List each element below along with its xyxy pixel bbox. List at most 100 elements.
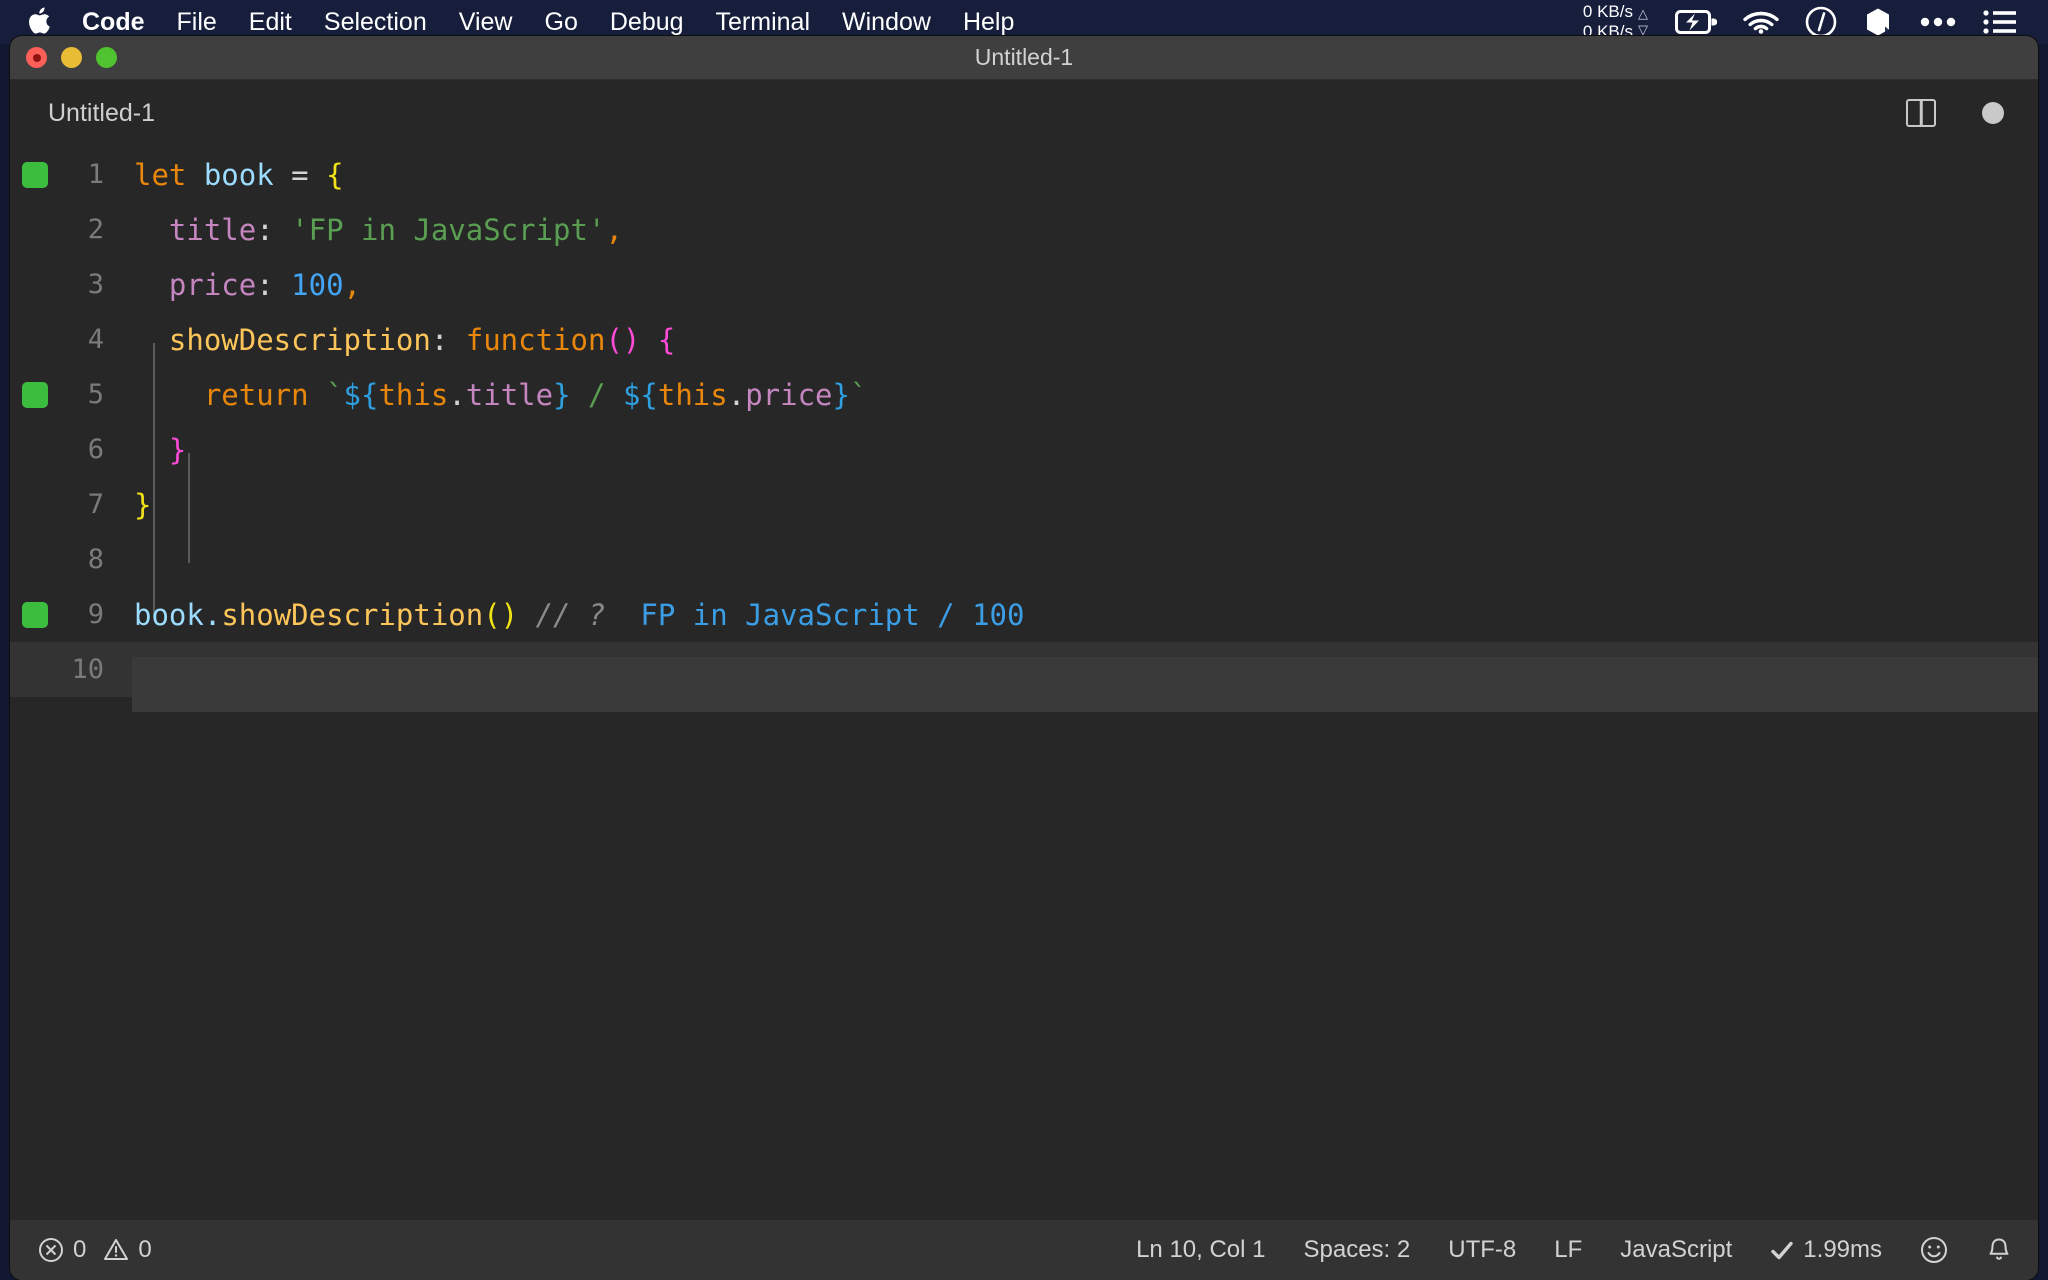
token-template-close: }	[833, 378, 850, 412]
status-bar-right: Ln 10, Col 1 Spaces: 2 UTF-8 LF JavaScri…	[1117, 1236, 2038, 1264]
code-line[interactable]: 2 title: 'FP in JavaScript',	[10, 202, 2038, 257]
token-this: this	[658, 378, 728, 412]
window-title-bar: Untitled-1	[10, 36, 2038, 80]
code-line[interactable]: 6 }	[10, 422, 2038, 477]
line-number: 2	[10, 214, 132, 245]
token-separator: /	[571, 378, 623, 412]
line-content: showDescription: function() {	[132, 323, 2038, 357]
token-space	[640, 323, 657, 357]
code-line[interactable]: 3 price: 100,	[10, 257, 2038, 312]
token-keyword: function	[466, 323, 606, 357]
token-brace: }	[134, 488, 151, 522]
error-circle-icon	[38, 1237, 64, 1263]
line-content: book.showDescription() // ? FP in JavaSc…	[132, 598, 2038, 632]
upload-speed: 0 KB/s	[1583, 2, 1633, 22]
token-keyword: return	[204, 378, 309, 412]
status-bar: 0 0 Ln 10, Col 1 Spaces: 2 UTF-8 LF Java…	[10, 1220, 2038, 1280]
token-identifier: book	[134, 598, 204, 632]
vscode-window: Untitled-1 Untitled-1 1 let book = { 2 t…	[10, 36, 2038, 1280]
battery-charging-icon[interactable]	[1675, 9, 1717, 35]
token-dot: .	[448, 378, 465, 412]
token-string: 'FP in JavaScript'	[291, 213, 605, 247]
coverage-marker[interactable]	[22, 602, 48, 628]
line-number: 3	[10, 269, 132, 300]
problems-status[interactable]: 0 0	[38, 1236, 171, 1264]
warning-count: 0	[138, 1236, 151, 1264]
token-method-name: showDescription	[221, 598, 483, 632]
line-number: 8	[10, 544, 132, 575]
token-template-open: ${	[344, 378, 379, 412]
bell-icon	[1986, 1236, 2012, 1264]
code-line[interactable]: 8	[10, 532, 2038, 587]
token-comment: // ?	[518, 598, 605, 632]
code-line-active[interactable]: 10	[10, 642, 2038, 697]
token-indent	[134, 213, 169, 247]
code-editor[interactable]: 1 let book = { 2 title: 'FP in JavaScrip…	[10, 147, 2038, 1220]
token-number: 100	[291, 268, 343, 302]
tab-untitled-1[interactable]: Untitled-1	[10, 80, 185, 146]
split-editor-icon[interactable]	[1906, 99, 1936, 127]
tab-label: Untitled-1	[48, 99, 155, 128]
error-count: 0	[73, 1236, 86, 1264]
eol-setting[interactable]: LF	[1535, 1236, 1601, 1264]
list-menu-icon[interactable]	[1983, 9, 2017, 35]
run-status[interactable]: 1.99ms	[1751, 1236, 1901, 1264]
code-line[interactable]: 7 }	[10, 477, 2038, 532]
code-lines: 1 let book = { 2 title: 'FP in JavaScrip…	[10, 147, 2038, 697]
ellipsis-icon[interactable]	[1919, 16, 1957, 28]
token-indent	[134, 323, 169, 357]
line-number: 4	[10, 324, 132, 355]
editor-tab-bar: Untitled-1	[10, 80, 2038, 146]
wifi-icon[interactable]	[1743, 9, 1779, 35]
token-property: title	[466, 378, 553, 412]
encoding-setting[interactable]: UTF-8	[1429, 1236, 1535, 1264]
upload-arrow-icon: △	[1638, 6, 1648, 22]
language-mode[interactable]: JavaScript	[1601, 1236, 1751, 1264]
status-bar-left: 0 0	[10, 1236, 171, 1264]
feedback-button[interactable]	[1901, 1236, 1967, 1264]
run-time: 1.99ms	[1803, 1236, 1882, 1264]
line-content: }	[132, 433, 2038, 467]
token-indent	[134, 433, 169, 467]
token-colon: :	[256, 213, 291, 247]
checkmark-icon	[1770, 1239, 1794, 1261]
coverage-marker[interactable]	[22, 162, 48, 188]
token-brace: {	[326, 158, 343, 192]
line-content: }	[132, 488, 2038, 522]
warning-triangle-icon	[103, 1237, 129, 1263]
token-method-name: showDescription	[169, 323, 431, 357]
coverage-marker[interactable]	[22, 382, 48, 408]
token-dot: .	[728, 378, 745, 412]
line-number: 6	[10, 434, 132, 465]
token-brace: }	[169, 433, 186, 467]
token-indent	[134, 268, 169, 302]
indentation-setting[interactable]: Spaces: 2	[1285, 1236, 1430, 1264]
token-dot: .	[204, 598, 221, 632]
token-space	[309, 378, 326, 412]
cursor-position[interactable]: Ln 10, Col 1	[1117, 1236, 1284, 1264]
code-line[interactable]: 9 book.showDescription() // ? FP in Java…	[10, 587, 2038, 642]
token-comma: ,	[344, 268, 361, 302]
token-backtick: `	[326, 378, 343, 412]
line-content: price: 100,	[132, 268, 2038, 302]
inline-evaluation-result: FP in JavaScript / 100	[605, 598, 1024, 632]
editor-actions	[1906, 99, 2038, 127]
token-parens: ()	[483, 598, 518, 632]
apple-logo-icon[interactable]	[16, 7, 62, 37]
notifications-button[interactable]	[1967, 1236, 2012, 1264]
code-line[interactable]: 4 showDescription: function() {	[10, 312, 2038, 367]
token-colon: :	[256, 268, 291, 302]
code-line[interactable]: 1 let book = {	[10, 147, 2038, 202]
code-line[interactable]: 5 return `${this.title} / ${this.price}`	[10, 367, 2038, 422]
app-icon[interactable]	[1863, 6, 1893, 38]
token-indent	[134, 378, 204, 412]
speedometer-icon[interactable]	[1805, 6, 1837, 38]
line-number: 7	[10, 489, 132, 520]
token-identifier: book	[186, 158, 291, 192]
token-brace: {	[658, 323, 675, 357]
token-template-open: ${	[623, 378, 658, 412]
token-keyword: let	[134, 158, 186, 192]
unsaved-changes-dot[interactable]	[1982, 102, 2004, 124]
window-title: Untitled-1	[10, 44, 2038, 71]
token-property: price	[169, 268, 256, 302]
